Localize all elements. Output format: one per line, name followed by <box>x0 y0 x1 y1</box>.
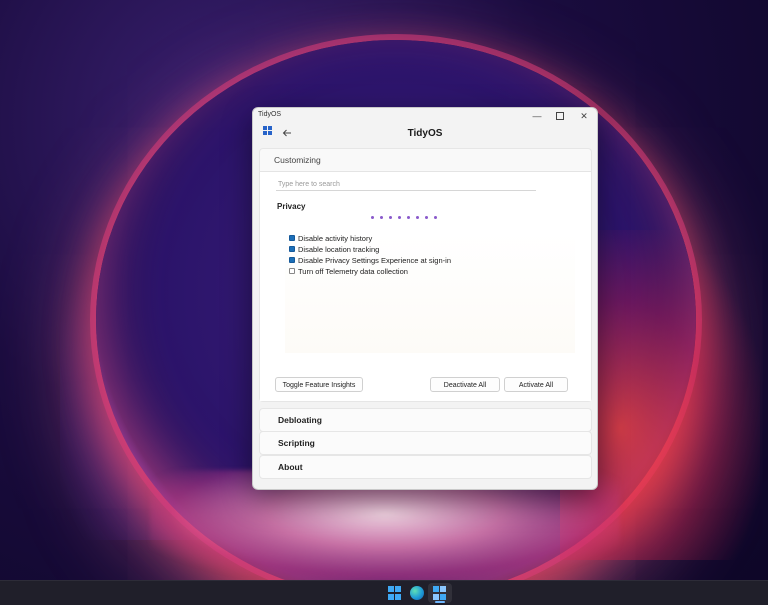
list-item[interactable]: Disable Privacy Settings Experience at s… <box>289 255 451 265</box>
search-input[interactable]: Type here to search <box>276 180 536 191</box>
deactivate-all-button[interactable]: Deactivate All <box>430 377 500 392</box>
tidyos-window: TidyOS — ✕ TidyOS Customizing Type here … <box>252 107 598 490</box>
checkbox[interactable] <box>289 246 295 252</box>
scripting-header: Scripting <box>278 438 315 448</box>
category-title: Privacy <box>277 202 306 211</box>
maximize-button[interactable] <box>548 108 572 124</box>
customizing-body: Type here to search Privacy Disable acti… <box>260 172 591 401</box>
option-label: Disable location tracking <box>298 244 380 254</box>
option-label: Turn off Telemetry data collection <box>298 266 408 276</box>
debloating-expander[interactable]: Debloating <box>259 408 592 432</box>
page-title: TidyOS <box>407 128 443 139</box>
maximize-icon <box>556 111 564 120</box>
list-item[interactable]: Disable location tracking <box>289 244 379 254</box>
active-app-indicator <box>435 601 445 603</box>
option-label: Disable Privacy Settings Experience at s… <box>298 255 451 265</box>
about-expander[interactable]: About <box>259 455 592 479</box>
debloating-header: Debloating <box>278 415 322 425</box>
checkbox[interactable] <box>289 268 295 274</box>
window-title: TidyOS <box>258 111 282 118</box>
scripting-expander[interactable]: Scripting <box>259 431 592 455</box>
options-list: Disable activity history Disable locatio… <box>285 233 575 353</box>
customizing-expander: Customizing Type here to search Privacy … <box>259 148 592 402</box>
customizing-header[interactable]: Customizing <box>274 155 321 165</box>
checkbox[interactable] <box>289 257 295 263</box>
windows-start-icon[interactable] <box>388 586 402 600</box>
activate-all-button[interactable]: Activate All <box>504 377 568 392</box>
minimize-button[interactable]: — <box>525 108 549 124</box>
app-header: TidyOS <box>253 124 597 148</box>
about-header: About <box>278 462 303 472</box>
close-button[interactable]: ✕ <box>572 108 596 124</box>
toggle-feature-insights-button[interactable]: Toggle Feature Insights <box>275 377 363 392</box>
option-label: Disable activity history <box>298 233 373 243</box>
checkbox[interactable] <box>289 235 295 241</box>
list-item[interactable]: Turn off Telemetry data collection <box>289 266 408 276</box>
taskbar <box>0 580 768 605</box>
loading-indicator <box>371 216 437 222</box>
list-item[interactable]: Disable activity history <box>289 233 372 243</box>
edge-browser-icon[interactable] <box>410 586 424 600</box>
tidyos-app-icon[interactable] <box>433 586 447 600</box>
title-bar[interactable]: TidyOS — ✕ <box>253 108 597 124</box>
